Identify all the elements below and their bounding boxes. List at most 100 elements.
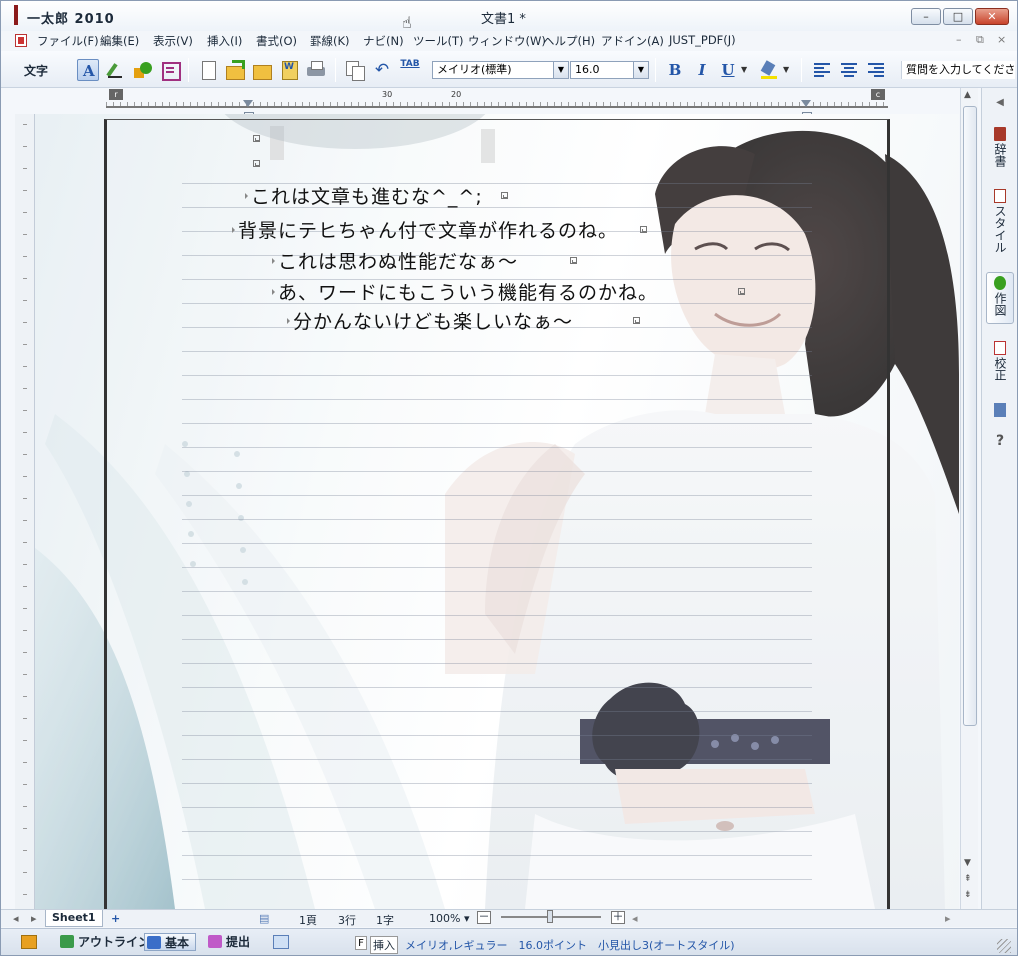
zoom-out-button[interactable]: －: [477, 911, 491, 924]
proofreading-tab[interactable]: 校正: [986, 338, 1014, 390]
horizontal-ruler[interactable]: r c 30 20: [106, 89, 888, 121]
close-button[interactable]: ✕: [975, 8, 1009, 25]
page-up-icon[interactable]: ⇞: [964, 874, 972, 884]
zoom-slider-thumb[interactable]: [547, 910, 553, 923]
menu-file[interactable]: ファイル(F): [37, 33, 99, 49]
scroll-right-icon[interactable]: ▸: [945, 912, 951, 925]
font-name-select[interactable]: メイリオ(標準) ▼: [432, 61, 569, 79]
scroll-left-icon[interactable]: ◂: [632, 912, 638, 925]
style-tab[interactable]: スタイル: [986, 186, 1014, 258]
menu-format[interactable]: 書式(O): [256, 33, 297, 49]
menu-tools[interactable]: ツール(T): [413, 33, 464, 49]
word-save-icon[interactable]: [278, 59, 300, 81]
toolbar-separator: [801, 58, 802, 82]
menu-just-pdf[interactable]: JUST_PDF(J): [669, 33, 736, 47]
doc-close-button[interactable]: ×: [997, 33, 1006, 46]
add-sheet-button[interactable]: +: [111, 912, 120, 925]
drawing-tab[interactable]: 作図: [986, 272, 1014, 324]
align-center-icon[interactable]: [841, 63, 857, 77]
sheet-prev-icon[interactable]: ◂: [13, 912, 19, 925]
submit-mode-button[interactable]: 提出: [206, 933, 250, 951]
pen-icon[interactable]: [105, 59, 127, 81]
page-down-icon[interactable]: ⇟: [964, 890, 972, 900]
zoom-in-button[interactable]: ＋: [611, 911, 625, 924]
underline-button[interactable]: U: [717, 59, 739, 81]
vertical-scrollbar[interactable]: ▲ ▼ ⇞ ⇟: [960, 88, 978, 909]
font-size-select[interactable]: 16.0 ▼: [570, 61, 649, 79]
title-bar[interactable]: 一太郎 2010 文書1 * ☝ – □ ✕: [1, 1, 1017, 31]
frame-icon[interactable]: [159, 59, 181, 81]
folder-icon[interactable]: [251, 59, 273, 81]
text-mode-button[interactable]: A: [77, 59, 99, 81]
italic-button[interactable]: I: [691, 59, 713, 81]
menu-navi[interactable]: ナビ(N): [363, 33, 404, 49]
new-document-icon[interactable]: [197, 59, 219, 81]
help-icon[interactable]: ?: [986, 434, 1014, 454]
doc-minimize-button[interactable]: –: [956, 33, 962, 46]
align-right-icon[interactable]: [868, 63, 884, 77]
font-info-status: メイリオ,レギュラー 16.0ポイント 小見出し3(オートスタイル): [405, 939, 735, 952]
status-column: 1字: [376, 914, 394, 927]
paragraph-mark-icon: [570, 257, 577, 264]
scroll-thumb[interactable]: [963, 106, 977, 726]
document-icon[interactable]: [15, 34, 27, 47]
menu-edit[interactable]: 編集(E): [100, 33, 139, 49]
scroll-up-icon[interactable]: ▲: [964, 90, 971, 100]
document-paragraph[interactable]: これは文章も進むな^_^;: [245, 182, 483, 209]
app-title: 一太郎 2010: [27, 12, 115, 27]
vertical-ruler[interactable]: [15, 114, 35, 909]
menu-window[interactable]: ウィンドウ(W): [468, 33, 546, 49]
doc-restore-button[interactable]: ⧉: [976, 33, 984, 47]
clipboard-icon[interactable]: [986, 400, 1014, 420]
open-file-icon[interactable]: [224, 59, 246, 81]
bold-button[interactable]: B: [664, 59, 686, 81]
menu-ruled-lines[interactable]: 罫線(K): [310, 33, 350, 49]
undo-icon[interactable]: ↶: [371, 59, 393, 81]
magnifier-icon[interactable]: [273, 935, 289, 949]
collapse-palette-icon[interactable]: ◀: [986, 96, 1014, 110]
document-paragraph[interactable]: 分かんないけども楽しいなぁ～: [286, 307, 573, 334]
highlighter-icon[interactable]: [758, 59, 780, 81]
menu-addin[interactable]: アドイン(A): [601, 33, 664, 49]
maximize-button[interactable]: □: [943, 8, 973, 25]
proofreading-label: 校正: [993, 357, 1007, 381]
menu-insert[interactable]: 挿入(I): [207, 33, 242, 49]
outline-mode-button[interactable]: アウトライン: [58, 933, 150, 951]
help-question-input[interactable]: 質問を入力してください: [901, 61, 1015, 79]
document-area[interactable]: これは文章も進むな^_^; 背景にテヒちゃん付で文章が作れるのね。 これは思わぬ…: [15, 114, 959, 909]
resize-grip-icon[interactable]: [997, 939, 1011, 953]
toolbar-mode-label: 文字: [24, 64, 49, 78]
letter-a-icon: A: [83, 62, 95, 80]
scroll-down-icon[interactable]: ▼: [964, 858, 971, 868]
shapes-icon[interactable]: [132, 59, 154, 81]
sheet-next-icon[interactable]: ▸: [31, 912, 37, 925]
drawing-label: 作図: [993, 292, 1007, 316]
document-paragraph[interactable]: 背景にテヒちゃん付で文章が作れるのね。: [231, 216, 618, 243]
ruler-right-marker[interactable]: c: [871, 89, 885, 100]
document-paragraph[interactable]: あ、ワードにもこういう機能有るのかね。: [271, 278, 658, 305]
app-menu-icon[interactable]: [21, 935, 37, 949]
document-page[interactable]: これは文章も進むな^_^; 背景にテヒちゃん付で文章が作れるのね。 これは思わぬ…: [104, 119, 890, 909]
chevron-down-icon[interactable]: ▼: [633, 62, 648, 78]
chevron-down-icon[interactable]: ▼: [783, 59, 793, 81]
dictionary-tab[interactable]: 辞書: [986, 124, 1014, 176]
document-paragraph[interactable]: これは思わぬ性能だなぁ～: [271, 247, 518, 274]
tab-button[interactable]: TAB: [398, 59, 422, 81]
print-icon[interactable]: [305, 59, 327, 81]
copy-icon[interactable]: [344, 59, 366, 81]
menu-view[interactable]: 表示(V): [153, 33, 193, 49]
sheet-tab[interactable]: Sheet1: [45, 910, 103, 927]
document-title: 文書1 *: [481, 12, 526, 27]
app-logo-mark: [14, 5, 18, 25]
zoom-level[interactable]: 100% ▾: [429, 912, 469, 925]
chevron-down-icon[interactable]: ▼: [553, 62, 568, 78]
chevron-down-icon[interactable]: ▼: [741, 59, 751, 81]
basic-mode-button[interactable]: 基本: [144, 933, 197, 951]
align-left-icon[interactable]: [814, 63, 830, 77]
insert-mode-indicator[interactable]: 挿入: [370, 936, 398, 954]
minimize-button[interactable]: –: [911, 8, 941, 25]
page-view-icon[interactable]: ▤: [259, 912, 269, 925]
menu-help[interactable]: ヘルプ(H): [543, 33, 595, 49]
clipboard-glyph: [994, 403, 1006, 417]
ruler-left-marker[interactable]: r: [109, 89, 123, 100]
